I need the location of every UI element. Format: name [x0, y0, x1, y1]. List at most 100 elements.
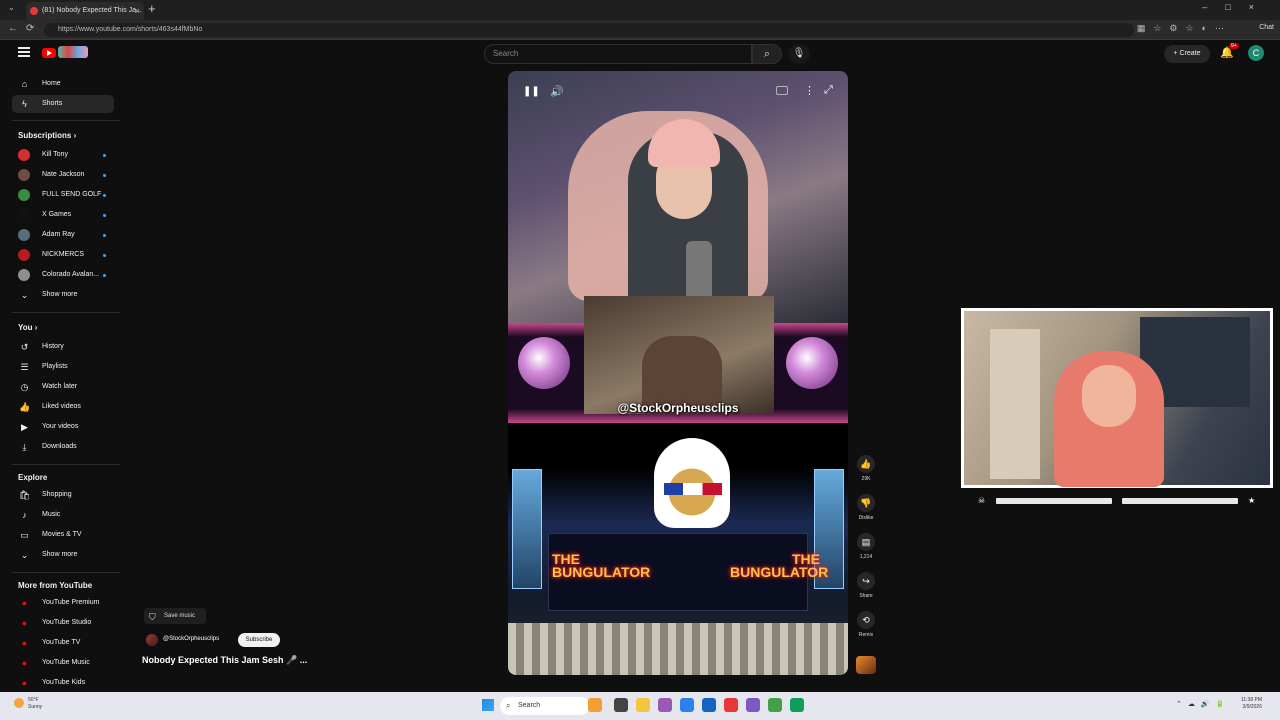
sidebar-item-movies-tv[interactable]: ▭ Movies & TV — [12, 526, 114, 544]
sidebar-item-nickmercs[interactable]: NICKMERCS — [12, 246, 114, 264]
captions-icon[interactable] — [776, 86, 788, 95]
save-music-button[interactable]: ⛉ Save music — [144, 608, 206, 624]
remix-icon: ⟲ — [857, 611, 875, 629]
account-avatar[interactable]: C — [1248, 45, 1264, 61]
subscriptions-heading[interactable]: Subscriptions › — [18, 131, 76, 140]
dislike-button[interactable]: 👎 Dislike — [856, 494, 876, 521]
sidebar-item-youtube-studio[interactable]: ● YouTube Studio — [12, 614, 114, 632]
browser-extension-icons[interactable]: ▦☆⚙☆◐⋯ — [1137, 23, 1232, 34]
file-explorer-icon[interactable] — [636, 698, 650, 712]
sidebar-item-label: Nate Jackson — [42, 171, 85, 178]
youtube-logo-icon[interactable] — [42, 48, 56, 58]
tab-close-icon[interactable]: × — [135, 2, 140, 20]
sidebar-item-kill-tony[interactable]: Kill Tony — [12, 146, 114, 164]
divider — [12, 572, 120, 573]
pause-icon[interactable]: ❚❚ — [523, 86, 540, 97]
like-button[interactable]: 👍 29K — [856, 455, 876, 482]
bungulator-text-right: THE BUNGULATOR — [730, 551, 829, 580]
sidebar-item-watch-later[interactable]: ◷ Watch later — [12, 378, 114, 396]
tab-list-icon[interactable]: ⌄ — [8, 3, 15, 12]
app-icon[interactable] — [680, 698, 694, 712]
show-more-explore[interactable]: ⌄ Show more — [12, 546, 114, 564]
sidebar-item-youtube-tv[interactable]: ● YouTube TV — [12, 634, 114, 652]
more-options-icon[interactable]: ⋮ — [804, 84, 815, 97]
chrome-icon[interactable] — [724, 698, 738, 712]
webcam-person-face — [1082, 365, 1136, 427]
system-tray-icons[interactable]: ⌃☁🔊🔋 — [1176, 700, 1230, 708]
sidebar-item-label: FULL SEND GOLF — [42, 191, 102, 198]
edge-icon[interactable] — [790, 698, 804, 712]
app-icon[interactable] — [768, 698, 782, 712]
sidebar-item-shopping[interactable]: 🛍 Shopping — [12, 486, 114, 504]
url-field[interactable]: https://www.youtube.com/shorts/463s44fMb… — [44, 23, 1134, 37]
window-controls[interactable]: –□× — [1202, 2, 1272, 12]
sidebar-item-youtube-premium[interactable]: ● YouTube Premium — [12, 594, 114, 612]
search-icon: ⌕ — [506, 701, 511, 710]
sidebar-item-x-games[interactable]: X Games — [12, 206, 114, 224]
search-button[interactable]: ⌕ — [752, 44, 782, 64]
hamburger-menu-icon[interactable] — [18, 47, 30, 57]
sound-thumbnail[interactable] — [856, 656, 876, 674]
channel-name[interactable]: @StockOrpheusclips — [163, 636, 219, 642]
new-tab-icon[interactable]: + — [148, 1, 156, 16]
windows-start-icon[interactable] — [482, 699, 494, 711]
share-label: Share — [859, 593, 873, 599]
sidebar-item-shorts[interactable]: ϟ Shorts — [12, 95, 114, 113]
sidebar-item-home[interactable]: ⌂ Home — [12, 75, 114, 93]
subscribe-button[interactable]: Subscribe — [238, 633, 280, 647]
sidebar-item-full-send-golf[interactable]: FULL SEND GOLF — [12, 186, 114, 204]
taskbar-clock[interactable]: 11:38 PM 3/9/2026 — [1232, 697, 1262, 711]
share-icon: ↪ — [857, 572, 875, 590]
app-icon[interactable] — [658, 698, 672, 712]
weather-widget[interactable]: 50°F Sunny — [14, 697, 58, 711]
sidebar-item-your-videos[interactable]: ▶ Your videos — [12, 418, 114, 436]
app-icon[interactable] — [702, 698, 716, 712]
voice-search-mic-icon[interactable]: 🎙 — [788, 44, 810, 64]
taskbar-widget-icon[interactable] — [588, 698, 602, 712]
sidebar-item-music[interactable]: ♪ Music — [12, 506, 114, 524]
fullscreen-icon[interactable]: ⤢ — [824, 84, 833, 97]
sidebar-item-label: Kill Tony — [42, 151, 68, 158]
share-button[interactable]: ↪ Share — [856, 572, 876, 599]
sidebar-item-history[interactable]: ↺ History — [12, 338, 114, 356]
download-icon: ⤓ — [22, 442, 27, 452]
channel-avatar — [18, 189, 30, 201]
sidebar-item-liked-videos[interactable]: 👍 Liked videos — [12, 398, 114, 416]
create-button[interactable]: + Create — [1164, 45, 1210, 63]
short-video-player[interactable]: @StockOrpheusclips THE BUNGULATOR THE BU… — [508, 71, 848, 675]
avatar-letter: C — [1252, 48, 1260, 58]
sidebar-item-nate-jackson[interactable]: Nate Jackson — [12, 166, 114, 184]
sidebar: ⌂ Home ϟ Shorts Subscriptions › Kill Tony N… — [0, 72, 120, 692]
sidebar-item-youtube-kids[interactable]: ● YouTube Kids — [12, 674, 114, 692]
new-content-dot — [103, 174, 106, 177]
app-icon[interactable] — [746, 698, 760, 712]
sidebar-item-label: YouTube Music — [42, 659, 90, 666]
volume-icon[interactable]: 🔊 — [550, 85, 564, 98]
search-input[interactable]: Search — [484, 44, 752, 64]
sidebar-item-adam-ray[interactable]: Adam Ray — [12, 226, 114, 244]
sidebar-item-playlists[interactable]: ☰ Playlists — [12, 358, 114, 376]
show-more-subscriptions[interactable]: ⌄ Show more — [12, 286, 114, 304]
channel-avatar[interactable] — [146, 634, 158, 646]
browser-tab[interactable]: (81) Nobody Expected This Ja... × — [26, 2, 144, 20]
remix-button[interactable]: ⟲ Remix — [856, 611, 876, 638]
taskbar-search[interactable]: ⌕ Search — [500, 697, 590, 715]
sidebar-item-colorado-avalan[interactable]: Colorado Avalan... — [12, 266, 114, 284]
new-content-dot — [103, 234, 106, 237]
your-videos-icon: ▶ — [21, 422, 28, 432]
short-title[interactable]: Nobody Expected This Jam Sesh 🎤 ... — [142, 655, 307, 666]
webcam-lower-bar: ☠ ★ — [968, 496, 1266, 506]
task-view-icon[interactable] — [614, 698, 628, 712]
helmet-stripe — [664, 483, 722, 495]
sidebar-item-youtube-music[interactable]: ● YouTube Music — [12, 654, 114, 672]
channel-avatar — [18, 269, 30, 281]
comments-button[interactable]: ▤ 1,214 — [856, 533, 876, 560]
sidebar-item-downloads[interactable]: ⤓ Downloads — [12, 438, 114, 456]
chat-button[interactable]: Chat — [1259, 24, 1274, 31]
you-heading[interactable]: You › — [18, 323, 37, 332]
webcam-overlay — [961, 308, 1273, 488]
nav-back-reload-icon[interactable]: ←⟳ — [8, 23, 42, 34]
channel-avatar — [18, 229, 30, 241]
youtube-doodle-logo[interactable] — [58, 46, 88, 58]
divider — [12, 464, 120, 465]
